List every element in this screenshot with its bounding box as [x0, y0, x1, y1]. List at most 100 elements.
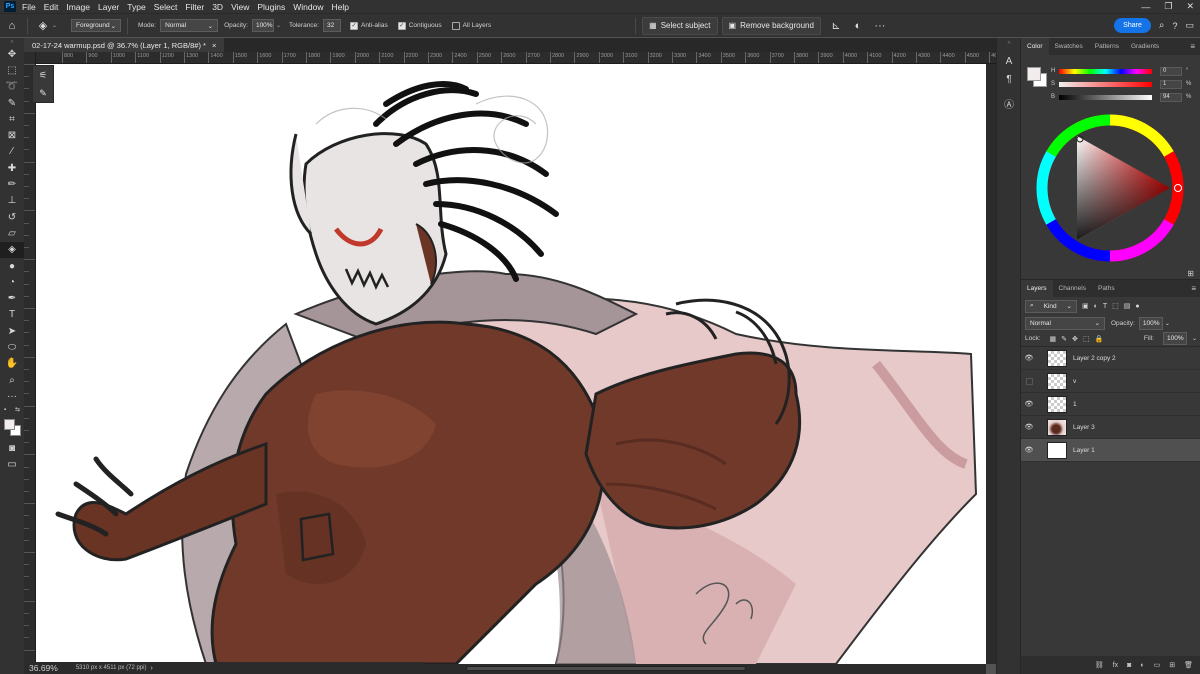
- shape-tool-icon[interactable]: ⬭: [0, 339, 24, 355]
- fx-icon[interactable]: fx: [1113, 662, 1118, 669]
- layer-name[interactable]: 1: [1073, 401, 1077, 408]
- menu-filter[interactable]: Filter: [185, 2, 204, 12]
- quick-selection-tool-icon[interactable]: ✎: [0, 95, 24, 111]
- task-bar-settings-icon[interactable]: ⚟: [39, 70, 47, 81]
- fill-input[interactable]: 100%: [1162, 332, 1187, 345]
- layer-row[interactable]: v: [1021, 370, 1200, 393]
- saturation-input[interactable]: 1: [1160, 79, 1182, 89]
- smart-object-filter-icon[interactable]: ▤: [1124, 302, 1131, 310]
- lock-all-icon[interactable]: 🔒: [1095, 335, 1104, 343]
- chevron-down-icon[interactable]: ⌄: [1165, 320, 1170, 327]
- color-panel-foreground-swatch[interactable]: [1027, 67, 1041, 81]
- mask-icon[interactable]: ◙: [1127, 662, 1131, 669]
- glyphs-panel-icon[interactable]: Ⓐ: [997, 94, 1021, 112]
- panel-grip-icon[interactable]: »: [0, 38, 24, 46]
- maximize-button[interactable]: ❐: [1164, 1, 1172, 12]
- share-button[interactable]: Share: [1114, 18, 1151, 33]
- paint-bucket-tool-preset-icon[interactable]: ◈: [34, 18, 52, 34]
- layer-row[interactable]: 👁 Layer 2 copy 2: [1021, 347, 1200, 370]
- brightness-input[interactable]: 94: [1160, 92, 1182, 102]
- tab-patterns[interactable]: Patterns: [1089, 38, 1125, 55]
- chevron-right-icon[interactable]: ›: [150, 665, 152, 672]
- new-layer-icon[interactable]: ⊞: [1169, 661, 1175, 669]
- type-tool-icon[interactable]: T: [0, 307, 24, 323]
- layer-name[interactable]: v: [1073, 378, 1076, 385]
- layer-row-selected[interactable]: 👁 Layer 1: [1021, 439, 1200, 462]
- remove-background-button[interactable]: ▣ Remove background: [721, 16, 821, 35]
- link-icon[interactable]: ⛓: [1095, 661, 1104, 669]
- tolerance-input[interactable]: 32: [322, 19, 341, 32]
- visibility-eye-icon[interactable]: 👁: [1021, 400, 1037, 408]
- tab-swatches[interactable]: Swatches: [1049, 38, 1089, 55]
- paint-bucket-tool-icon[interactable]: ◈: [0, 241, 24, 258]
- tab-channels[interactable]: Channels: [1053, 280, 1092, 297]
- close-tab-icon[interactable]: ×: [212, 41, 216, 50]
- path-selection-tool-icon[interactable]: ➤: [0, 323, 24, 339]
- crop-tool-icon[interactable]: ⌗: [0, 111, 24, 127]
- opacity-input[interactable]: 100%: [251, 19, 274, 32]
- eraser-tool-icon[interactable]: ▱: [0, 225, 24, 241]
- pressure-icon[interactable]: ◐: [849, 18, 867, 34]
- healing-brush-tool-icon[interactable]: ✚: [0, 160, 24, 176]
- lock-position-icon[interactable]: ✥: [1072, 335, 1078, 343]
- move-tool-icon[interactable]: ✥: [0, 46, 24, 62]
- adjustment-filter-icon[interactable]: ◐: [1094, 303, 1098, 310]
- visibility-off-icon[interactable]: [1021, 377, 1037, 385]
- angle-icon[interactable]: ⊾: [827, 18, 845, 34]
- brush-tool-icon[interactable]: ✏: [0, 176, 24, 192]
- visibility-eye-icon[interactable]: 👁: [1021, 354, 1037, 362]
- layer-opacity-input[interactable]: 100%: [1138, 316, 1163, 330]
- panel-menu-icon[interactable]: ≡: [1190, 42, 1195, 51]
- menu-3d[interactable]: 3D: [212, 2, 223, 12]
- document-tab[interactable]: 02-17-24 warmup.psd @ 36.7% (Layer 1, RG…: [24, 38, 225, 52]
- menu-file[interactable]: File: [22, 2, 36, 12]
- help-icon[interactable]: ?: [1172, 21, 1177, 31]
- menu-plugins[interactable]: Plugins: [257, 2, 285, 12]
- quick-mask-icon[interactable]: ◙: [0, 441, 24, 457]
- visibility-eye-icon[interactable]: 👁: [1021, 423, 1037, 431]
- home-icon[interactable]: ⌂: [3, 18, 21, 34]
- paragraph-panel-icon[interactable]: ¶: [997, 70, 1021, 88]
- tab-paths[interactable]: Paths: [1092, 280, 1121, 297]
- layer-name[interactable]: Layer 1: [1073, 447, 1095, 454]
- tab-gradients[interactable]: Gradients: [1125, 38, 1165, 55]
- hand-tool-icon[interactable]: ✋: [0, 356, 24, 372]
- menu-view[interactable]: View: [231, 2, 249, 12]
- saturation-slider[interactable]: [1059, 81, 1152, 87]
- eyedropper-tool-icon[interactable]: ⁄: [0, 144, 24, 160]
- panel-grip-icon[interactable]: «: [997, 38, 1021, 48]
- tab-layers[interactable]: Layers: [1021, 280, 1053, 297]
- chevron-down-icon[interactable]: ⌄: [52, 22, 57, 29]
- trash-icon[interactable]: 🗑: [1184, 661, 1193, 669]
- horizontal-scroll-thumb[interactable]: [466, 666, 746, 671]
- chevron-down-icon[interactable]: ⌄: [1192, 335, 1197, 342]
- menu-window[interactable]: Window: [293, 2, 323, 12]
- all-layers-checkbox[interactable]: All Layers: [451, 21, 496, 30]
- shape-filter-icon[interactable]: ⬚: [1112, 302, 1119, 310]
- chevron-down-icon[interactable]: ⌄: [276, 22, 281, 29]
- expand-panel-icon[interactable]: ⊞: [1187, 269, 1194, 278]
- fill-source-dropdown[interactable]: Foreground ⌄: [71, 19, 122, 32]
- type-filter-icon[interactable]: T: [1103, 303, 1107, 310]
- lock-transparent-icon[interactable]: ▦: [1050, 335, 1057, 343]
- adjustment-icon[interactable]: ◐: [1140, 662, 1144, 669]
- menu-layer[interactable]: Layer: [98, 2, 119, 12]
- layer-row[interactable]: 👁 Layer 3: [1021, 416, 1200, 439]
- pen-tool-icon[interactable]: ✒: [0, 290, 24, 306]
- zoom-level[interactable]: 36.69%: [29, 663, 58, 673]
- dodge-tool-icon[interactable]: ◔: [0, 274, 24, 290]
- menu-image[interactable]: Image: [66, 2, 90, 12]
- menu-edit[interactable]: Edit: [44, 2, 59, 12]
- blur-tool-icon[interactable]: ●: [0, 258, 24, 274]
- brightness-slider[interactable]: [1059, 94, 1152, 100]
- select-subject-button[interactable]: ▦ Select subject: [642, 16, 718, 35]
- close-window-button[interactable]: ✕: [1186, 1, 1194, 12]
- task-bar-brush-icon[interactable]: ✎: [39, 88, 47, 99]
- lasso-tool-icon[interactable]: ➰: [0, 79, 24, 95]
- group-icon[interactable]: ▭: [1154, 661, 1161, 669]
- canvas-area[interactable]: [36, 64, 986, 664]
- swap-colors-icon[interactable]: ▪ ⇆: [0, 405, 24, 415]
- panel-menu-icon[interactable]: ≡: [1191, 284, 1196, 293]
- more-tools-icon[interactable]: ···: [0, 388, 24, 404]
- marquee-tool-icon[interactable]: ⬚: [0, 62, 24, 78]
